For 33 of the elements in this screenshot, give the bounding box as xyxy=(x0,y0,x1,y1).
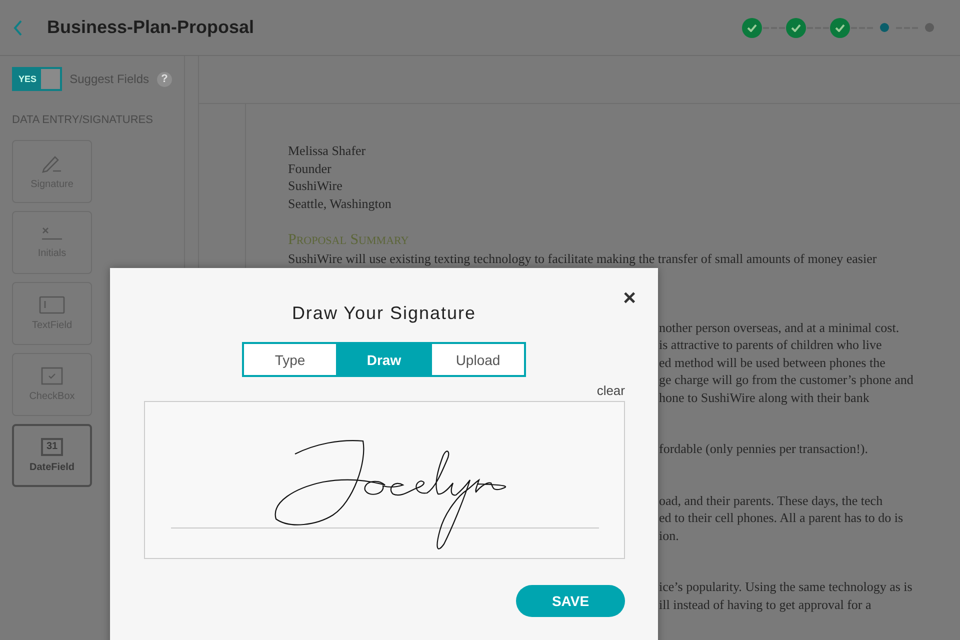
paragraph-line: ice’s popularity. Using the same technology as is xyxy=(659,578,914,596)
section-heading: Proposal Summary xyxy=(288,231,410,250)
close-button[interactable]: × xyxy=(623,288,636,308)
save-button[interactable]: SAVE xyxy=(516,585,625,617)
signature-tab[interactable]: Upload xyxy=(432,344,524,375)
address-line: Melissa Shafer xyxy=(288,142,367,160)
calendar-icon: 31 xyxy=(41,438,63,456)
text-field-icon xyxy=(39,296,65,314)
help-icon[interactable]: ? xyxy=(157,72,172,86)
checkbox-icon xyxy=(41,367,63,385)
paragraph-line: oad, and their parents. These days, the tech xyxy=(659,492,884,509)
field-tool[interactable]: 31 DateField xyxy=(12,424,92,487)
suggest-toggle[interactable]: YES xyxy=(12,67,62,91)
clear-link[interactable]: clear xyxy=(596,383,625,398)
paragraph-line: SushiWire will use existing texting technology to facilitate making the transfer of small amounts of money easier xyxy=(288,250,878,268)
paragraph-line: fordable (only pennies per transaction!). xyxy=(659,440,870,458)
dialog-title: Draw Your Signature xyxy=(292,303,476,324)
signature-tab[interactable]: Type xyxy=(244,344,336,375)
address-line: Seattle, Washington xyxy=(288,194,392,212)
paragraph-line: ge charge will go from the customer’s phone and xyxy=(659,371,914,388)
address-line: SushiWire xyxy=(288,177,344,194)
cross-line-icon xyxy=(41,226,63,242)
address-line: Founder xyxy=(288,160,332,177)
document-title: Business-Plan-Proposal xyxy=(47,17,256,38)
paragraph-line: ion. xyxy=(659,526,680,544)
signature-pad[interactable] xyxy=(144,401,624,559)
paragraph-line: is attractive to parents of children who live xyxy=(659,336,883,354)
paragraph-line: nother person overseas, and at a minimal cost. xyxy=(659,318,900,336)
paragraph-line: ill instead of having to get approval for a xyxy=(659,596,872,613)
paragraph-line: ed method will be used between phones the xyxy=(659,354,886,371)
back-icon[interactable] xyxy=(13,20,23,36)
paragraph-line: ed to their cell phones. All a parent has to do is xyxy=(659,509,904,526)
paragraph-line: hone to SushiWire along with their bank xyxy=(659,388,870,406)
